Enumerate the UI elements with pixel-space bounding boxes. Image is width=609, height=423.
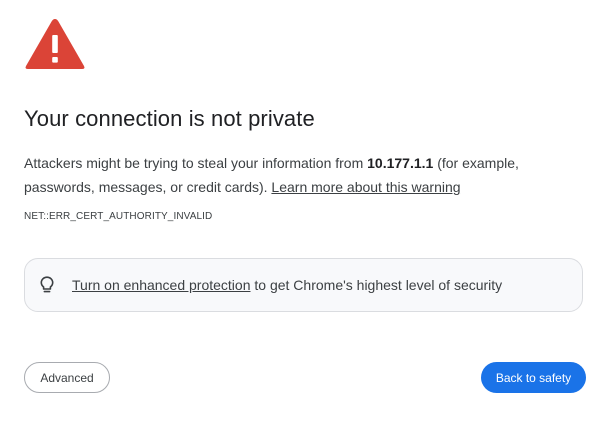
description-prefix: Attackers might be trying to steal your … [24, 155, 368, 171]
error-code: NET::ERR_CERT_AUTHORITY_INVALID [24, 211, 213, 222]
host-address: 10.177.1.1 [367, 155, 434, 171]
interstitial-page: Your connection is not private Attackers… [0, 0, 609, 423]
enhanced-protection-text: Turn on enhanced protection to get Chrom… [72, 277, 502, 293]
warning-triangle-icon [25, 19, 85, 69]
enhanced-protection-card: Turn on enhanced protection to get Chrom… [24, 258, 583, 312]
lightbulb-icon [40, 276, 54, 293]
advanced-button[interactable]: Advanced [24, 362, 110, 393]
enhanced-protection-rest: to get Chrome's highest level of securit… [250, 277, 503, 293]
enhanced-protection-link[interactable]: Turn on enhanced protection [72, 277, 251, 293]
warning-description: Attackers might be trying to steal your … [24, 151, 584, 199]
page-title: Your connection is not private [24, 106, 315, 131]
learn-more-link[interactable]: Learn more about this warning [271, 179, 460, 195]
back-to-safety-button[interactable]: Back to safety [481, 362, 586, 393]
